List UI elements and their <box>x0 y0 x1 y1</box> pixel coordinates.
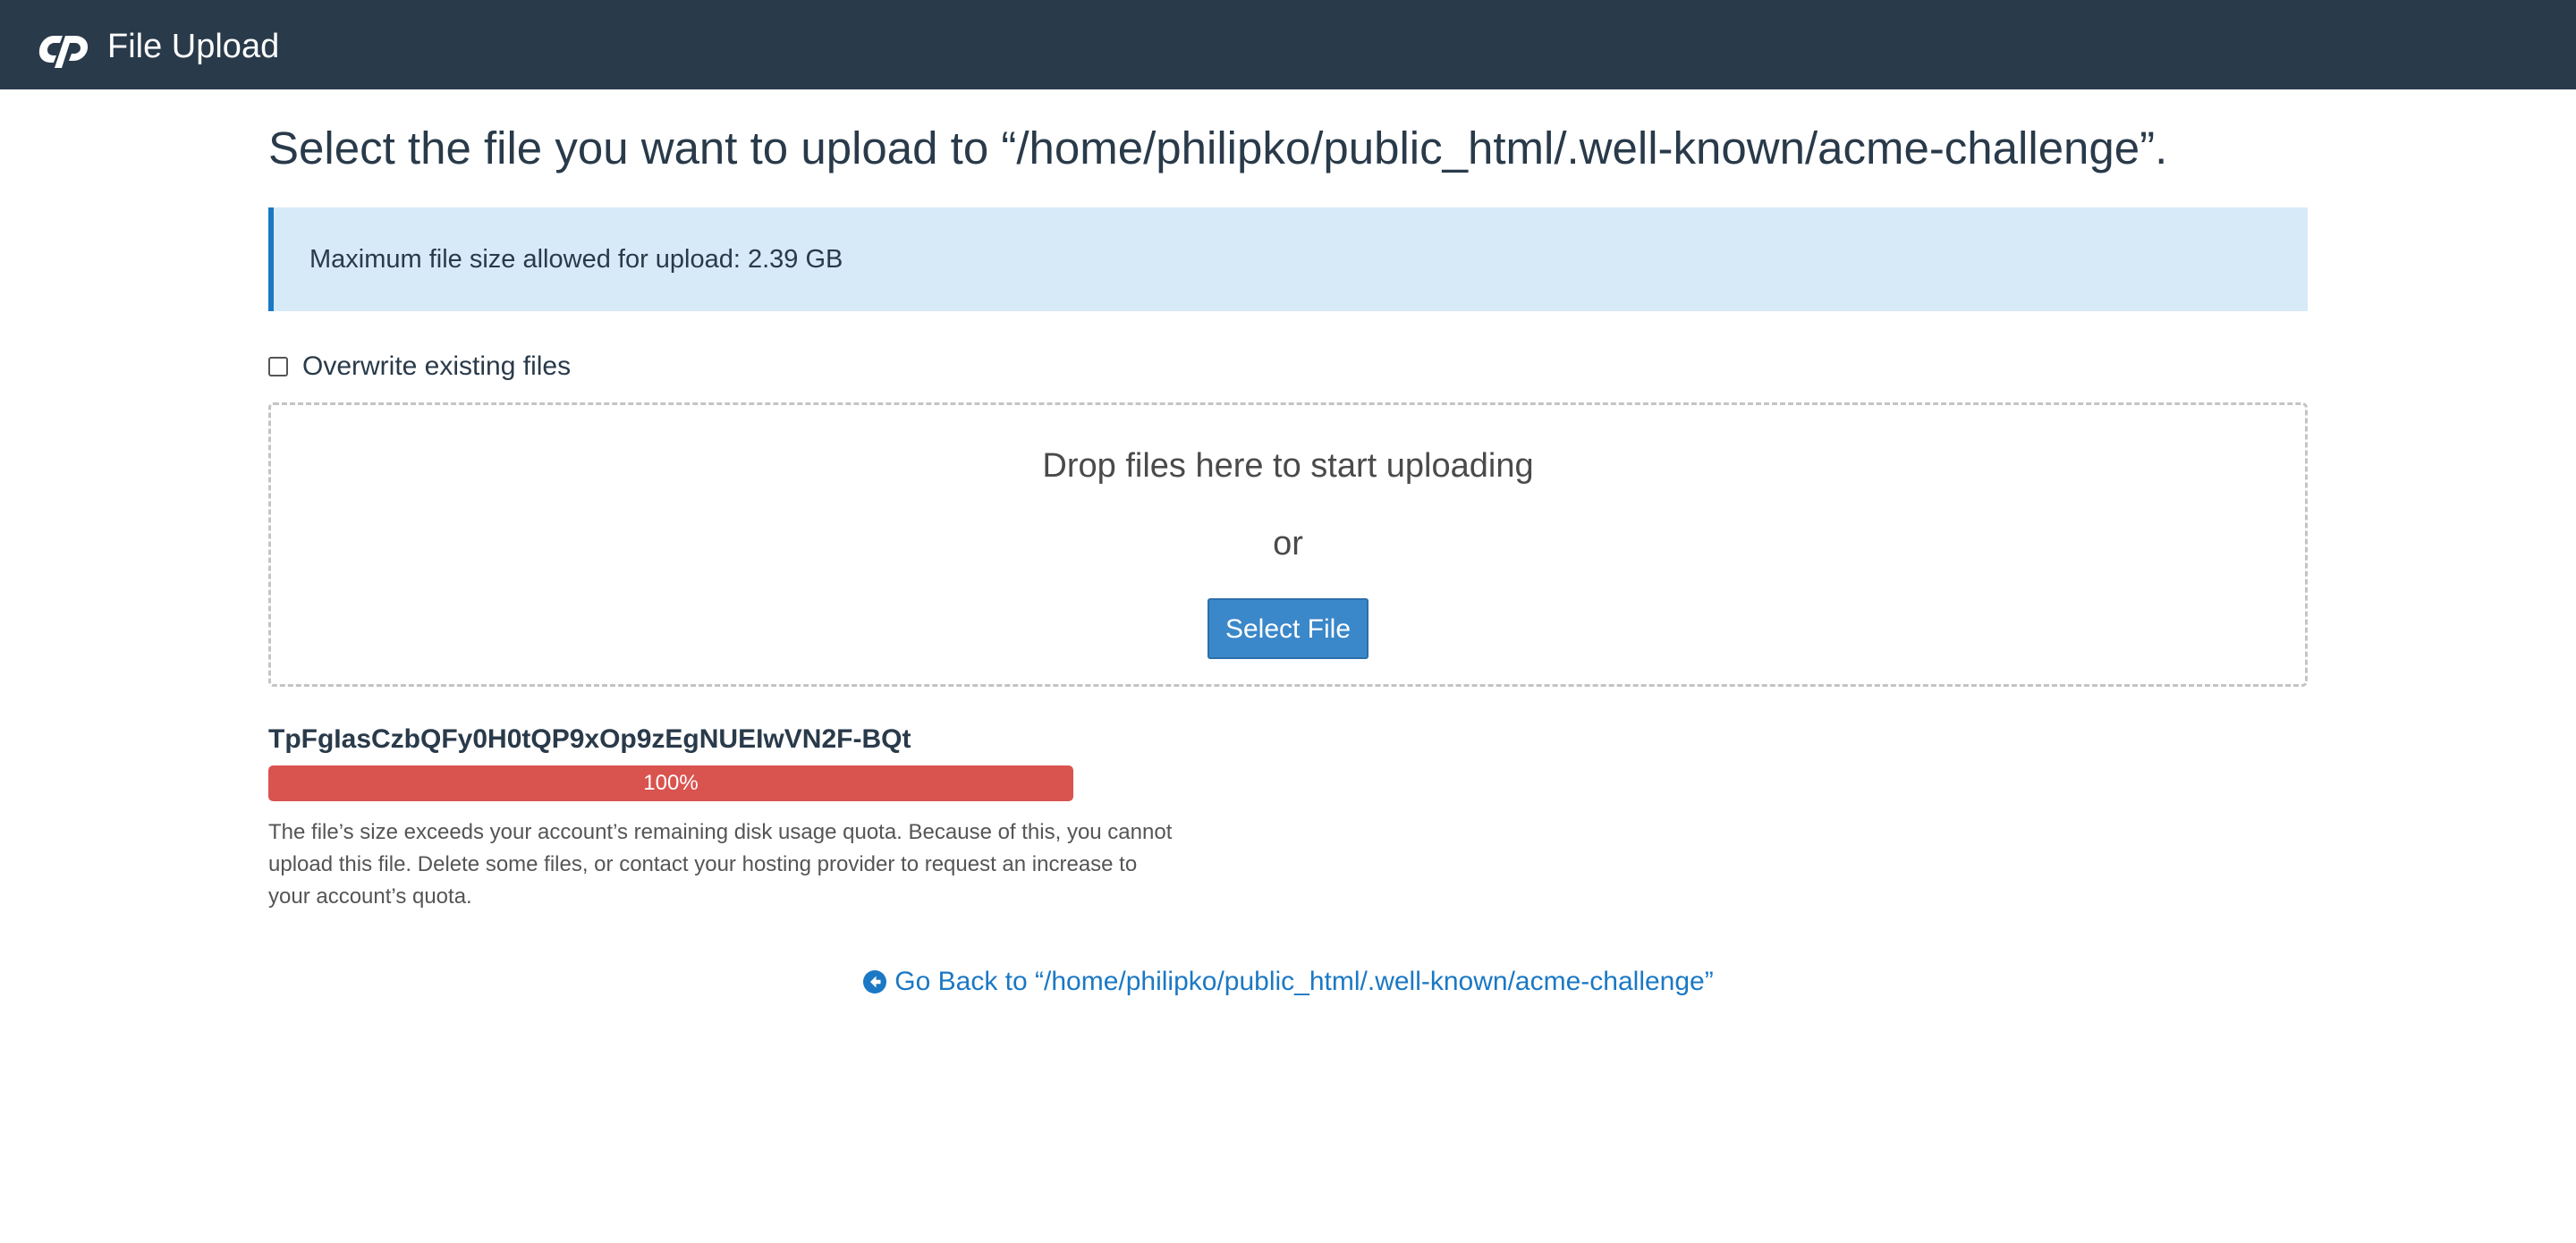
upload-error-message: The file’s size exceeds your account’s r… <box>268 820 1173 909</box>
go-back-text[interactable]: Go Back to “/home/philipko/public_html/.… <box>894 964 1713 1000</box>
progress-fill: 100% <box>268 765 1073 801</box>
overwrite-label[interactable]: Overwrite existing files <box>302 351 571 382</box>
go-back-row: Go Back to “/home/philipko/public_html/.… <box>0 964 2576 1004</box>
page-heading: Select the file you want to upload to “/… <box>268 123 2168 173</box>
overwrite-option[interactable]: Overwrite existing files <box>268 349 571 385</box>
max-file-size-text: Maximum file size allowed for upload: 2.… <box>309 245 843 274</box>
progress-label: 100% <box>643 771 699 795</box>
cpanel-logo-icon[interactable] <box>36 29 91 70</box>
go-back-link[interactable]: Go Back to “/home/philipko/public_html/.… <box>862 964 1714 1000</box>
drop-instructions: Drop files here to start uploading <box>1042 447 1534 485</box>
select-file-button[interactable]: Select File <box>1208 598 1368 659</box>
or-separator: or <box>1273 525 1303 562</box>
info-alert: Maximum file size allowed for upload: 2.… <box>268 207 2308 311</box>
file-dropzone[interactable]: Drop files here to start uploading or Se… <box>268 402 2308 687</box>
upload-progress-bar: 100% <box>268 765 1073 801</box>
arrow-circle-left-icon <box>863 970 887 994</box>
overwrite-checkbox[interactable] <box>268 357 288 376</box>
app-title: File Upload <box>107 28 280 65</box>
uploaded-file-name: TpFgIasCzbQFy0H0tQP9xOp9zEgNUEIwVN2F-BQt <box>268 724 911 754</box>
top-header: File Upload <box>0 0 2576 89</box>
